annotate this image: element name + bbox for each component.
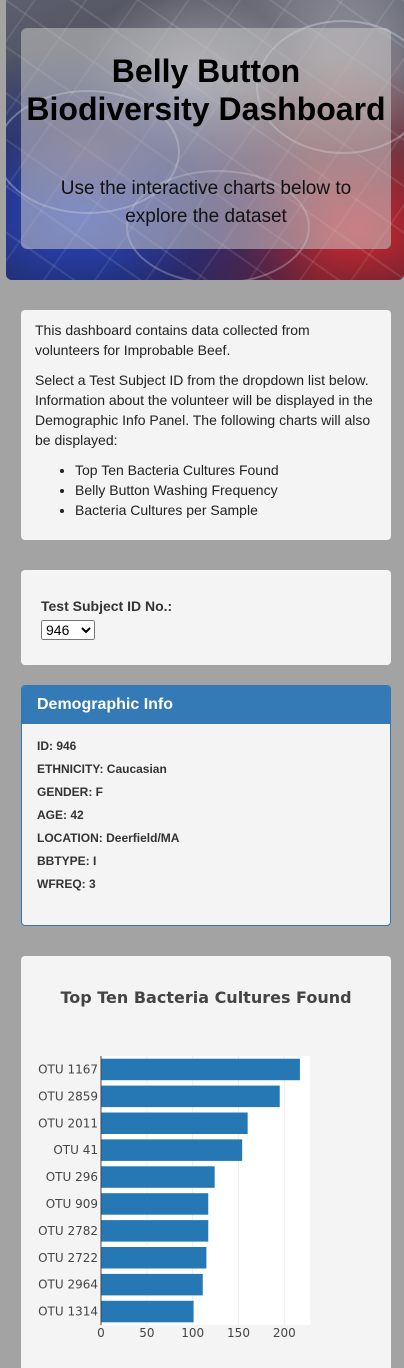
bar[interactable] <box>101 1139 243 1161</box>
demographic-panel-body: ID: 946 ETHNICITY: Caucasian GENDER: F A… <box>22 724 390 890</box>
bar[interactable] <box>101 1193 209 1215</box>
y-tick-label: OTU 2722 <box>38 1251 98 1265</box>
intro-paragraph: Select a Test Subject ID from the dropdo… <box>35 372 373 448</box>
bar-chart-card: Top Ten Bacteria Cultures Found 0 50 100 15… <box>21 956 391 1368</box>
y-tick-label: OTU 2011 <box>38 1116 98 1130</box>
y-tick-label: OTU 41 <box>53 1143 98 1157</box>
bar[interactable] <box>101 1220 209 1242</box>
subject-selector-card: Test Subject ID No.: 946 <box>21 570 391 665</box>
y-tick-label: OTU 2782 <box>38 1224 98 1238</box>
demographic-location: LOCATION: Deerfield/MA <box>37 831 180 845</box>
demographic-bbtype: BBTYPE: I <box>37 854 97 868</box>
demographic-wfreq: WFREQ: 3 <box>37 877 96 891</box>
y-tick-label: OTU 1314 <box>38 1305 98 1319</box>
list-item: Top Ten Bacteria Cultures Found <box>75 460 377 480</box>
demographic-age: AGE: 42 <box>37 808 84 822</box>
list-item: Bacteria Cultures per Sample <box>75 500 377 520</box>
x-tick-label: 100 <box>181 1326 204 1340</box>
bar-chart[interactable]: 0 50 100 150 200 OTU 1167 OTU 2859 OTU 2011 OTU … <box>21 956 391 1368</box>
subject-id-dropdown[interactable]: 946 <box>41 620 95 640</box>
page-subtitle: Use the interactive charts below to expl… <box>60 178 352 227</box>
chart-list: Top Ten Bacteria Cultures Found Belly Bu… <box>35 460 377 520</box>
demographic-panel: Demographic Info ID: 946 ETHNICITY: Cauc… <box>21 685 391 926</box>
demographic-id: ID: 946 <box>37 739 77 753</box>
page-title: Belly Button Biodiversity Dashboard <box>26 53 386 127</box>
demographic-ethnicity: ETHNICITY: Caucasian <box>37 762 167 776</box>
y-tick-label: OTU 2859 <box>38 1089 98 1103</box>
intro-card: This dashboard contains data collected f… <box>21 310 391 540</box>
bar[interactable] <box>101 1085 280 1108</box>
x-tick-label: 150 <box>227 1326 250 1340</box>
demographic-gender: GENDER: F <box>37 785 103 799</box>
y-tick-label: OTU 2964 <box>38 1278 98 1292</box>
y-tick-label: OTU 296 <box>46 1170 98 1184</box>
bar[interactable] <box>101 1273 203 1296</box>
list-item: Belly Button Washing Frequency <box>75 480 377 500</box>
subject-id-label: Test Subject ID No.: <box>41 598 173 614</box>
bar[interactable] <box>101 1246 207 1269</box>
bar[interactable] <box>101 1058 300 1081</box>
bar[interactable] <box>101 1166 215 1188</box>
x-tick-label: 50 <box>139 1326 154 1340</box>
demographic-panel-title: Demographic Info <box>22 686 390 724</box>
x-tick-label: 0 <box>97 1326 105 1340</box>
intro-paragraph: This dashboard contains data collected f… <box>35 322 310 358</box>
y-tick-label: OTU 909 <box>46 1197 98 1211</box>
x-tick-label: 200 <box>273 1326 296 1340</box>
bar[interactable] <box>101 1300 194 1323</box>
y-tick-label: OTU 1167 <box>38 1062 98 1076</box>
bar[interactable] <box>101 1112 248 1135</box>
